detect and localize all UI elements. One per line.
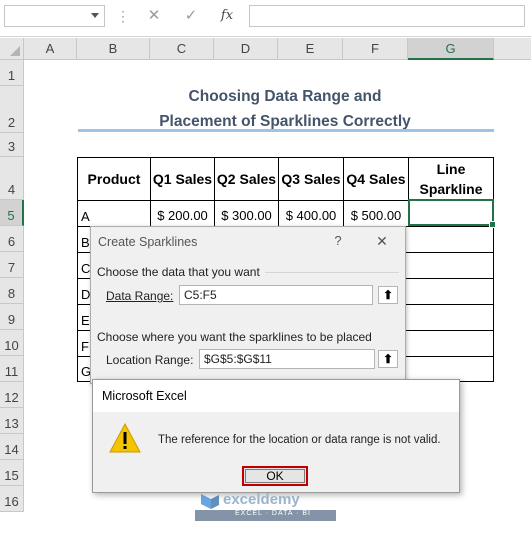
sparkline-cell[interactable] [405, 252, 494, 279]
row-header-9[interactable]: 9 [0, 304, 24, 330]
cancel-icon[interactable]: ✕ [143, 7, 165, 25]
column-header-f[interactable]: F [343, 38, 408, 60]
location-range-label: Location Range: [106, 353, 194, 367]
ok-button[interactable]: OK [242, 466, 308, 486]
data-section-label: Choose the data that you want [97, 265, 260, 279]
collapse-dialog-icon[interactable]: ⬆ [378, 350, 398, 368]
sparkline-cell[interactable] [405, 330, 494, 357]
row-header-7[interactable]: 7 [0, 252, 24, 278]
more-options-icon[interactable]: ⋮ [116, 8, 130, 24]
enter-icon[interactable]: ✓ [180, 7, 202, 25]
title-underline [78, 129, 494, 132]
name-box[interactable] [4, 5, 105, 27]
insert-function-icon[interactable]: fx [216, 7, 238, 25]
collapse-dialog-icon[interactable]: ⬆ [378, 286, 398, 304]
table-header-q3[interactable]: Q3 Sales [278, 157, 344, 201]
sparkline-cell[interactable] [405, 278, 494, 305]
row-header-5[interactable]: 5 [0, 200, 24, 226]
select-all-corner[interactable] [0, 38, 24, 60]
error-message-dialog: Microsoft Excel The reference for the lo… [92, 379, 460, 493]
table-header-q4[interactable]: Q4 Sales [343, 157, 409, 201]
q1-cell[interactable]: $ 200.00 [150, 200, 215, 227]
column-header-h[interactable] [494, 38, 531, 60]
column-header-a[interactable]: A [24, 38, 77, 60]
help-icon[interactable]: ? [331, 233, 345, 249]
message-title: Microsoft Excel [102, 389, 187, 403]
location-section-label: Choose where you want the sparklines to … [97, 330, 372, 344]
dialog-title: Create Sparklines [98, 235, 198, 249]
row-header-10[interactable]: 10 [0, 330, 24, 356]
product-cell[interactable]: A [77, 200, 151, 227]
watermark: exceldemy EXCEL · DATA · BI [195, 490, 336, 521]
row-header-12[interactable]: 12 [0, 382, 24, 408]
row-header-16[interactable]: 16 [0, 486, 24, 512]
message-titlebar: Microsoft Excel [93, 380, 459, 412]
formula-bar: ⋮ ✕ ✓ fx [0, 0, 531, 37]
section-divider [265, 272, 399, 273]
column-header-e[interactable]: E [278, 38, 343, 60]
column-header-b[interactable]: B [77, 38, 150, 60]
ok-button-label: OK [266, 469, 284, 483]
row-header-8[interactable]: 8 [0, 278, 24, 304]
fill-handle[interactable] [489, 221, 496, 228]
watermark-brand: exceldemy [223, 491, 300, 508]
sheet-title-line1: Choosing Data Range and [188, 88, 382, 105]
create-sparklines-dialog: Create Sparklines ? ✕ Choose the data th… [90, 226, 406, 384]
q3-cell[interactable]: $ 400.00 [278, 200, 344, 227]
row-header-1[interactable]: 1 [0, 60, 24, 86]
message-text: The reference for the location or data r… [158, 434, 441, 446]
close-icon[interactable]: ✕ [373, 233, 391, 249]
sparkline-cell[interactable] [405, 226, 494, 253]
select-all-icon [10, 46, 20, 56]
column-header-g[interactable]: G [408, 38, 494, 60]
row-header-11[interactable]: 11 [0, 356, 24, 382]
row-header-2[interactable]: 2 [0, 86, 24, 133]
q2-cell[interactable]: $ 300.00 [214, 200, 279, 227]
table-header-product[interactable]: Product [77, 157, 151, 201]
table-header-sparkline[interactable]: Line Sparkline [408, 157, 494, 201]
formula-input[interactable] [249, 5, 525, 27]
row-header-3[interactable]: 3 [0, 133, 24, 157]
column-header-c[interactable]: C [150, 38, 214, 60]
data-range-label: Data Range: [106, 289, 174, 303]
location-range-input[interactable]: $G$5:$G$11 [199, 349, 375, 369]
q4-cell[interactable]: $ 500.00 [343, 200, 409, 227]
data-range-input[interactable]: C5:F5 [179, 285, 373, 305]
row-header-4[interactable]: 4 [0, 157, 24, 200]
row-header-13[interactable]: 13 [0, 408, 24, 434]
row-header-14[interactable]: 14 [0, 434, 24, 460]
row-header-6[interactable]: 6 [0, 226, 24, 252]
active-cell-selection[interactable] [408, 199, 496, 228]
sparkline-cell[interactable] [405, 304, 494, 331]
column-header-d[interactable]: D [214, 38, 278, 60]
warning-icon [109, 422, 141, 453]
chevron-down-icon[interactable] [91, 13, 99, 18]
watermark-tagline: EXCEL · DATA · BI [235, 510, 311, 517]
table-header-q1[interactable]: Q1 Sales [150, 157, 215, 201]
table-header-q2[interactable]: Q2 Sales [214, 157, 279, 201]
row-header-15[interactable]: 15 [0, 460, 24, 486]
